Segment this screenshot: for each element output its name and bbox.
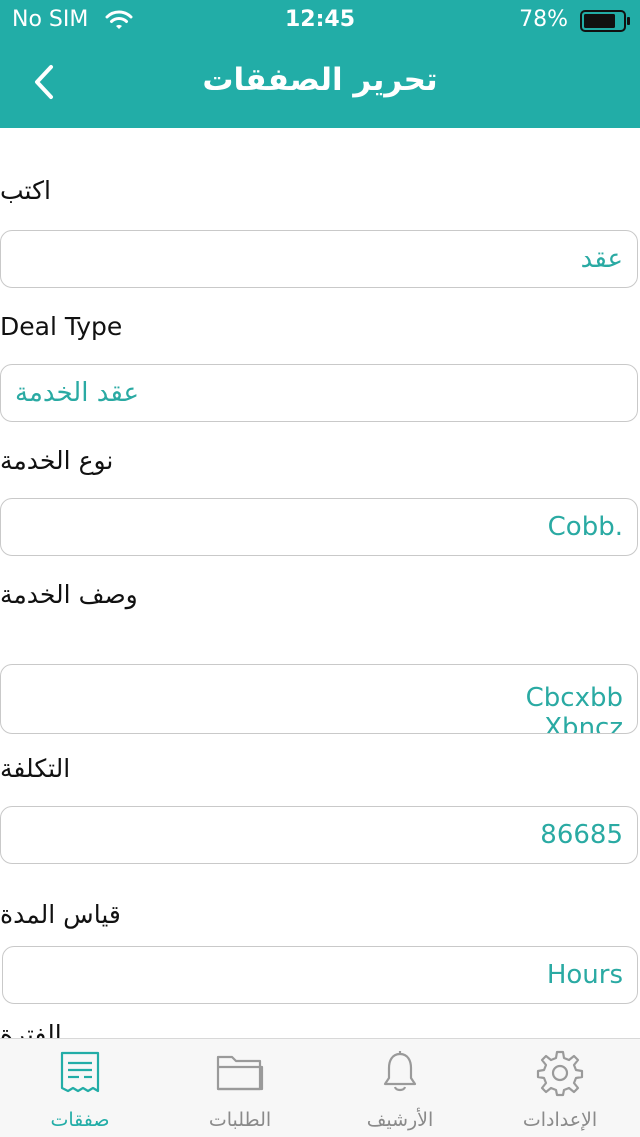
service-type-value: Cobb. [547,512,623,542]
service-type-field[interactable]: Cobb. [0,498,638,556]
write-label: اكتب [0,176,51,205]
gear-icon [536,1049,584,1101]
deal-type-label: Deal Type [0,312,123,341]
tab-requests-label: الطلبات [208,1109,272,1131]
deal-type-field[interactable]: عقد الخدمة [0,364,638,422]
duration-unit-field[interactable]: Hours [2,946,638,1004]
service-type-label: نوع الخدمة [0,446,114,475]
battery-icon [580,10,630,32]
write-field[interactable]: عقد [0,230,638,288]
service-description-value: Cbcxbb Xbncz [525,683,623,734]
tab-archive-label: الأرشيف [366,1109,434,1131]
cost-field[interactable]: 86685 [0,806,638,864]
tab-deals-label: صفقات [50,1109,110,1131]
status-bar: No SIM 12:45 78% [0,0,640,40]
deal-edit-form: اكتب عقد Deal Type عقد الخدمة نوع الخدمة… [0,128,640,1038]
write-field-value: عقد [580,244,623,274]
duration-unit-label: قياس المدة [0,900,121,929]
bell-icon [380,1049,420,1099]
period-label: الفترة [0,1020,62,1038]
tab-settings-label: الإعدادات [522,1109,598,1131]
tab-requests[interactable]: الطلبات [160,1039,320,1137]
cost-value: 86685 [540,820,623,850]
tab-settings[interactable]: الإعدادات [480,1039,640,1137]
deal-type-value: عقد الخدمة [15,378,140,408]
service-description-field[interactable]: Cbcxbb Xbncz [0,664,638,734]
tab-archive[interactable]: الأرشيف [320,1039,480,1137]
cost-label: التكلفة [0,754,71,783]
navigation-bar: No SIM 12:45 78% تحرير الصفقات [0,0,640,128]
page-title: تحرير الصفقات [202,62,438,98]
service-description-label: وصف الخدمة [0,580,138,609]
duration-unit-value: Hours [546,960,623,990]
tab-bar: صفقات الطلبات الأرشيف الإعدادات [0,1038,640,1137]
battery-percent: 78% [519,7,568,32]
folder-icon [214,1049,266,1099]
tab-deals[interactable]: صفقات [0,1039,160,1137]
receipt-icon [57,1049,103,1099]
